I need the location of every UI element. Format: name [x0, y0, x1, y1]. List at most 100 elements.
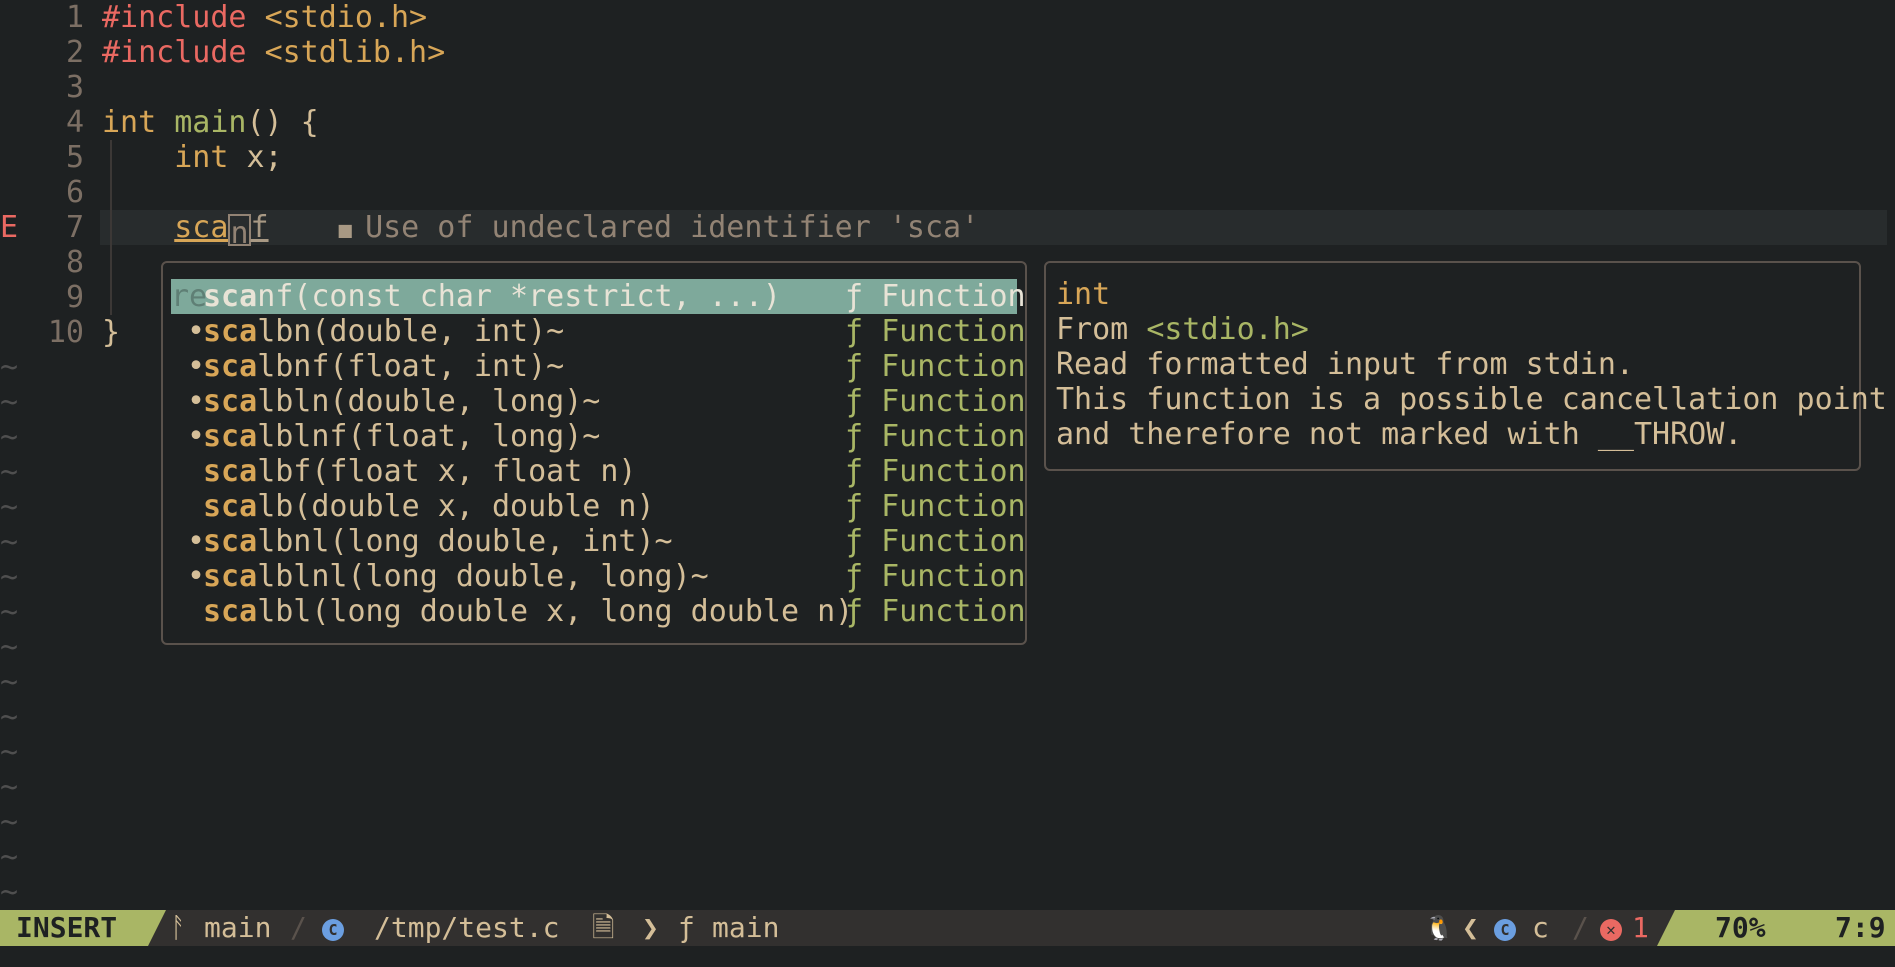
doc-from: From <stdio.h>	[1056, 312, 1849, 347]
c-filetype-icon-letter: C	[1494, 919, 1516, 941]
diagnostic-message: ■ Use of undeclared identifier 'sca'	[338, 210, 980, 245]
completion-label: scalbnf(float, int)~	[203, 349, 565, 384]
empty-line-tilde: ~	[0, 455, 19, 490]
code-line[interactable]: 2 #include <stdlib.h>	[0, 35, 1880, 70]
doc-return-type: int	[1056, 277, 1111, 312]
empty-line-tilde: ~	[0, 805, 19, 840]
function-kind-icon: ƒ Function	[845, 349, 1026, 384]
function-kind-icon: ƒ Function	[845, 489, 1026, 524]
completion-label: scalblnf(float, long)~	[203, 419, 601, 454]
scroll-percent: 70%	[1715, 911, 1766, 944]
empty-line-tilde: ~	[0, 385, 19, 420]
line-number: 6	[65, 175, 84, 210]
empty-line-tilde: ~	[0, 350, 19, 385]
statusline-divider: /	[1572, 911, 1589, 944]
mode-separator	[148, 910, 166, 946]
empty-line-tilde: ~	[0, 525, 19, 560]
completion-item-selected[interactable]: re scanf(const char *restrict, ...) ƒ Func…	[171, 279, 1026, 314]
ghost-text-overlay: re	[171, 279, 208, 314]
file-path[interactable]: /tmp/test.c	[374, 910, 559, 946]
branch-icon: ᚨ	[170, 911, 187, 944]
completion-label: scalbnl(long double, int)~	[203, 524, 673, 559]
line-number: 1	[65, 0, 84, 35]
completion-item[interactable]: • scalblnl(long double, long)~ ƒ Function	[171, 559, 1026, 594]
completion-item[interactable]: • scalbnf(float, int)~ ƒ Function	[171, 349, 1026, 384]
text-cursor: n	[228, 214, 251, 251]
breadcrumb-chevron-icon: ❯	[642, 911, 659, 944]
code-text: scanf ■ Use of undeclared identifier 'sca…	[102, 210, 980, 251]
empty-line-tilde: ~	[0, 735, 19, 770]
completion-label: scalbln(double, long)~	[203, 384, 601, 419]
code-line[interactable]: 7 E scanf ■ Use of undeclared identifier '…	[0, 210, 1880, 251]
function-kind-icon: ƒ Function	[845, 559, 1026, 594]
mode-indicator: INSERT	[0, 910, 148, 946]
line-number: 7	[65, 210, 84, 245]
function-icon: ƒ	[678, 911, 695, 944]
completion-item[interactable]: scalb(double x, double n) ƒ Function	[171, 489, 1026, 524]
completion-label: scalbn(double, int)~	[203, 314, 565, 349]
git-branch[interactable]: main	[204, 910, 271, 946]
diagnostic-square-icon: ■	[338, 218, 366, 243]
empty-line-tilde: ~	[0, 770, 19, 805]
completion-label: scalbf(float x, float n)	[203, 454, 637, 489]
code-line[interactable]: 5 int x;	[0, 140, 1880, 175]
empty-line-tilde: ~	[0, 665, 19, 700]
error-icon: ✕	[1600, 910, 1622, 946]
line-number: 2	[65, 35, 84, 70]
breadcrumb-symbol[interactable]: main	[712, 910, 779, 946]
line-number: 4	[65, 105, 84, 140]
completion-item[interactable]: • scalbn(double, int)~ ƒ Function	[171, 314, 1026, 349]
filetype-chevron-icon: ❮	[1462, 911, 1479, 944]
error-sign: E	[0, 210, 19, 245]
code-text: }	[102, 315, 121, 350]
inline-suggestion: f	[250, 210, 269, 245]
linux-icon: 🐧	[1424, 914, 1454, 942]
empty-line-tilde: ~	[0, 630, 19, 665]
doc-description-line: This function is a possible cancellation…	[1056, 382, 1887, 417]
doc-description-line: Read formatted input from stdin.	[1056, 347, 1634, 382]
line-number: 8	[65, 245, 84, 280]
code-text: #include <stdlib.h>	[102, 35, 446, 70]
c-file-icon: C	[322, 910, 344, 946]
empty-line-tilde: ~	[0, 420, 19, 455]
completion-label: scalbl(long double x, long double n)	[203, 594, 854, 629]
function-kind-icon: ƒ Function	[845, 314, 1026, 349]
error-icon-glyph: ✕	[1600, 919, 1622, 941]
code-line[interactable]: 4 int main() {	[0, 105, 1880, 140]
completion-item[interactable]: scalbf(float x, float n) ƒ Function	[171, 454, 1026, 489]
position-info: 70% 7:9	[1675, 910, 1895, 946]
function-kind-icon: ƒ Function	[845, 384, 1026, 419]
statusline: INSERT ᚨ main / C /tmp/test.c 🗎 ❯ ƒ main…	[0, 910, 1895, 946]
empty-line-tilde: ~	[0, 700, 19, 735]
completion-label: scalblnl(long double, long)~	[203, 559, 709, 594]
error-count[interactable]: 1	[1632, 910, 1649, 946]
function-kind-icon: ƒ Function	[845, 524, 1026, 559]
completion-item[interactable]: • scalbnl(long double, int)~ ƒ Function	[171, 524, 1026, 559]
code-line[interactable]: 6	[0, 175, 1880, 210]
line-number: 3	[65, 70, 84, 105]
line-number: 10	[47, 315, 84, 350]
code-text: int x;	[174, 140, 283, 175]
filetype: c	[1532, 911, 1549, 944]
code-line[interactable]: 3	[0, 70, 1880, 105]
error-identifier: sca	[174, 210, 229, 245]
completion-item[interactable]: scalbl(long double x, long double n) ƒ Fu…	[171, 594, 1026, 629]
function-kind-icon: ƒ Function	[845, 279, 1026, 314]
line-number: 5	[65, 140, 84, 175]
statusline-divider: /	[290, 911, 307, 944]
completion-item[interactable]: • scalblnf(float, long)~ ƒ Function	[171, 419, 1026, 454]
completion-label: scanf(const char *restrict, ...)	[203, 279, 781, 314]
document-icon: 🗎	[592, 911, 615, 944]
code-text: #include <stdio.h>	[102, 0, 428, 35]
completion-menu: re scanf(const char *restrict, ...) ƒ Func…	[161, 261, 1027, 645]
empty-line-tilde: ~	[0, 560, 19, 595]
empty-line-tilde: ~	[0, 875, 19, 910]
cursor-position: 7:9	[1835, 911, 1886, 944]
code-line[interactable]: 1 #include <stdio.h>	[0, 0, 1880, 35]
c-file-icon-letter: C	[322, 919, 344, 941]
completion-item[interactable]: • scalbln(double, long)~ ƒ Function	[171, 384, 1026, 419]
code-text: int main() {	[102, 105, 319, 140]
function-kind-icon: ƒ Function	[845, 454, 1026, 489]
c-filetype-icon: C	[1494, 910, 1516, 946]
doc-from-label: From	[1056, 312, 1147, 347]
